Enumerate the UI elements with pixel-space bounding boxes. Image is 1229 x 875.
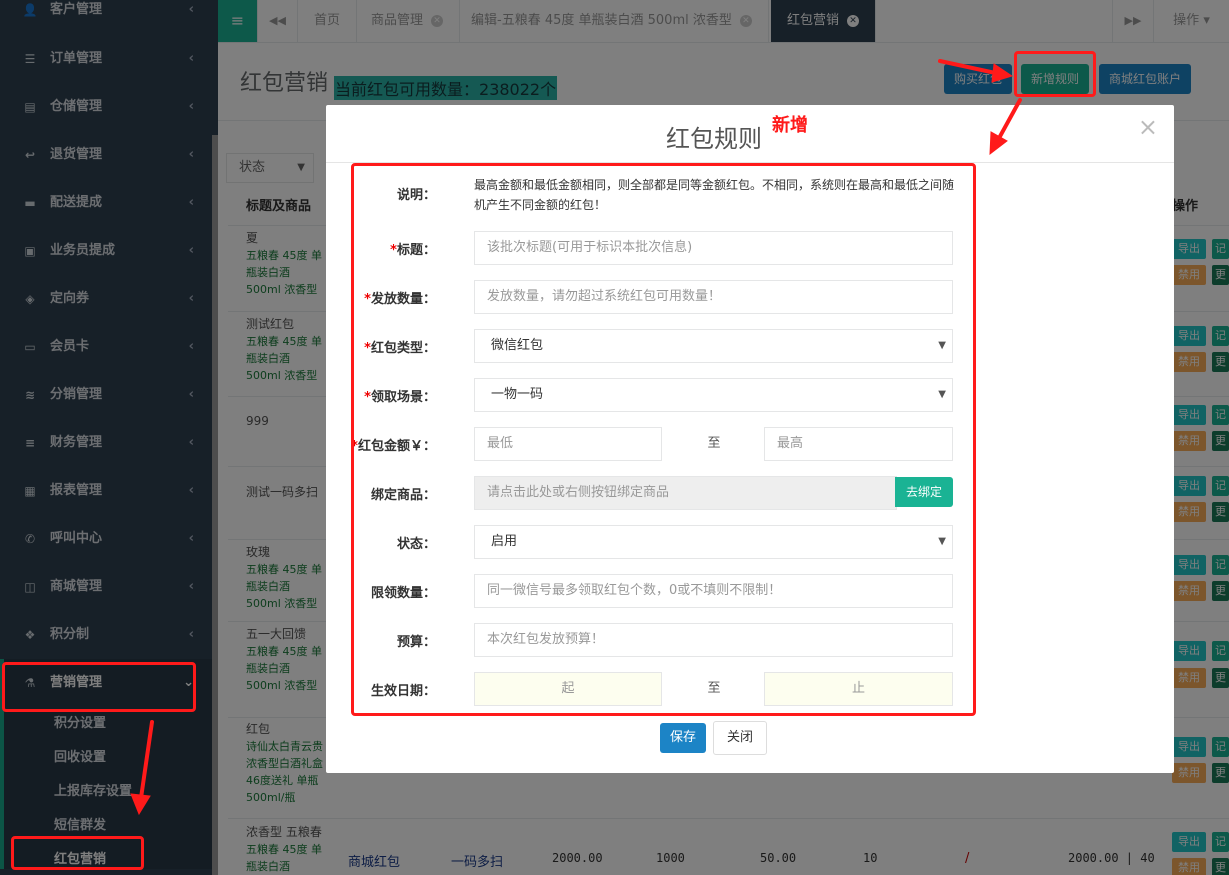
amount-min-input[interactable]: 最低 xyxy=(474,427,662,461)
title-label: *标题： xyxy=(326,239,436,258)
caret-down-icon: ▼ xyxy=(938,536,946,547)
qty-label: *发放数量： xyxy=(326,288,436,307)
bind-product-button[interactable]: 去绑定 xyxy=(895,477,953,507)
bind-product-input[interactable]: 请点击此处或右侧按钮绑定商品 xyxy=(474,476,897,510)
bind-label: 绑定商品： xyxy=(370,488,436,503)
required-mark: * xyxy=(390,243,397,258)
budget-input[interactable]: 本次红包发放预算！ xyxy=(474,623,953,657)
date-to-sep: 至 xyxy=(707,681,721,696)
cancel-button[interactable]: 关闭 xyxy=(713,721,767,755)
close-icon[interactable]: × xyxy=(1138,113,1158,141)
scene-label: *领取场景： xyxy=(326,386,436,405)
select-value: 启用 xyxy=(491,534,518,549)
annotation-new: 新增 xyxy=(772,115,808,136)
date-from-input[interactable]: 起 xyxy=(474,672,662,706)
type-select[interactable]: 微信红包 ▼ xyxy=(474,329,953,363)
limit-label: 限领数量： xyxy=(370,586,436,601)
amount-max-input[interactable]: 最高 xyxy=(764,427,953,461)
title-input[interactable]: 该批次标题(可用于标识本批次信息) xyxy=(474,231,953,265)
modal-title: 红包规则 xyxy=(666,125,762,153)
required-mark: * xyxy=(364,341,371,356)
select-value: 微信红包 xyxy=(491,338,544,353)
date-label: 生效日期： xyxy=(370,684,436,699)
modal-header: 红包规则 新增 × xyxy=(326,105,1174,163)
quantity-input[interactable]: 发放数量，请勿超过系统红包可用数量！ xyxy=(474,280,953,314)
label-text: 红包金额￥： xyxy=(357,439,436,454)
label-text: 红包类型： xyxy=(370,341,436,356)
caret-down-icon: ▼ xyxy=(938,389,946,400)
desc-text: 最高金额和最低金额相同，则全部都是同等金额红包。不相同，系统则在最高和最低之间随… xyxy=(474,178,955,212)
label-text: 发放数量： xyxy=(370,292,436,307)
required-mark: * xyxy=(364,292,371,307)
required-mark: * xyxy=(364,390,371,405)
type-label: *红包类型： xyxy=(326,337,436,356)
save-button[interactable]: 保存 xyxy=(660,723,706,753)
required-mark: * xyxy=(351,439,358,454)
scene-select[interactable]: 一物一码 ▼ xyxy=(474,378,953,412)
label-text: 领取场景： xyxy=(370,390,436,405)
caret-down-icon: ▼ xyxy=(938,340,946,351)
redpacket-rule-modal: 红包规则 新增 × 说明： 最高金额和最低金额相同，则全部都是同等金额红包。不相… xyxy=(326,105,1174,773)
budget-label: 预算： xyxy=(396,635,436,650)
desc-label: 说明： xyxy=(396,188,436,203)
limit-input[interactable]: 同一微信号最多领取红包个数，0或不填则不限制！ xyxy=(474,574,953,608)
date-to-input[interactable]: 止 xyxy=(764,672,953,706)
status-select[interactable]: 启用 ▼ xyxy=(474,525,953,559)
label-text: 标题： xyxy=(396,243,436,258)
amount-label: *红包金额￥： xyxy=(326,435,436,454)
status-label: 状态： xyxy=(396,537,436,552)
select-value: 一物一码 xyxy=(491,387,544,402)
amount-to: 至 xyxy=(707,436,721,451)
